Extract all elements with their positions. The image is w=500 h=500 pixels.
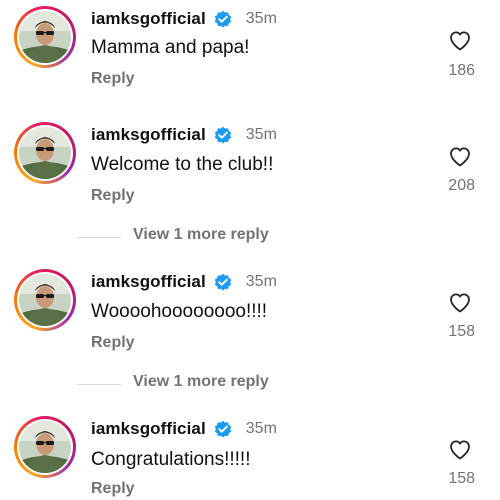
comment-username[interactable]: iamksgofficial <box>91 419 206 439</box>
divider-line <box>77 237 121 238</box>
avatar-image <box>19 421 71 473</box>
comment-timestamp: 35m <box>245 420 277 437</box>
avatar-image <box>19 274 71 326</box>
comment-text: Mamma and papa! <box>91 37 250 58</box>
comment-username[interactable]: iamksgofficial <box>91 125 206 145</box>
heart-outline-icon[interactable] <box>448 145 472 169</box>
reply-button[interactable]: Reply <box>91 187 135 205</box>
view-more-replies-label[interactable]: View 1 more reply <box>133 373 269 391</box>
like-count: 158 <box>448 323 475 340</box>
divider-line <box>77 384 121 385</box>
avatar[interactable] <box>14 416 76 478</box>
like-count: 208 <box>448 177 475 194</box>
avatar-image <box>19 11 71 63</box>
avatar-image <box>19 127 71 179</box>
avatar[interactable] <box>14 269 76 331</box>
comment-username[interactable]: iamksgofficial <box>91 9 206 29</box>
verified-badge-icon <box>213 10 232 28</box>
reply-button[interactable]: Reply <box>91 480 135 498</box>
comment-username[interactable]: iamksgofficial <box>91 272 206 292</box>
heart-outline-icon[interactable] <box>448 29 472 53</box>
avatar[interactable] <box>14 122 76 184</box>
like-count: 158 <box>448 470 475 487</box>
verified-badge-icon <box>213 126 232 144</box>
comment-text: Woooohoooooooo!!!! <box>91 301 268 322</box>
comment-timestamp: 35m <box>245 273 277 290</box>
view-more-replies[interactable]: View 1 more reply <box>0 373 500 397</box>
avatar[interactable] <box>14 6 76 68</box>
reply-button[interactable]: Reply <box>91 70 135 88</box>
view-more-replies-label[interactable]: View 1 more reply <box>133 226 269 244</box>
verified-badge-icon <box>213 420 232 438</box>
reply-button[interactable]: Reply <box>91 334 135 352</box>
view-more-replies[interactable]: View 1 more reply <box>0 226 500 250</box>
comment-text: Welcome to the club!! <box>91 154 274 175</box>
like-count: 186 <box>448 62 475 79</box>
verified-badge-icon <box>213 273 232 291</box>
heart-outline-icon[interactable] <box>448 438 472 462</box>
heart-outline-icon[interactable] <box>448 291 472 315</box>
comment-timestamp: 35m <box>245 126 277 143</box>
comment-text: Congratulations!!!!! <box>91 449 251 470</box>
comment-timestamp: 35m <box>245 10 277 27</box>
